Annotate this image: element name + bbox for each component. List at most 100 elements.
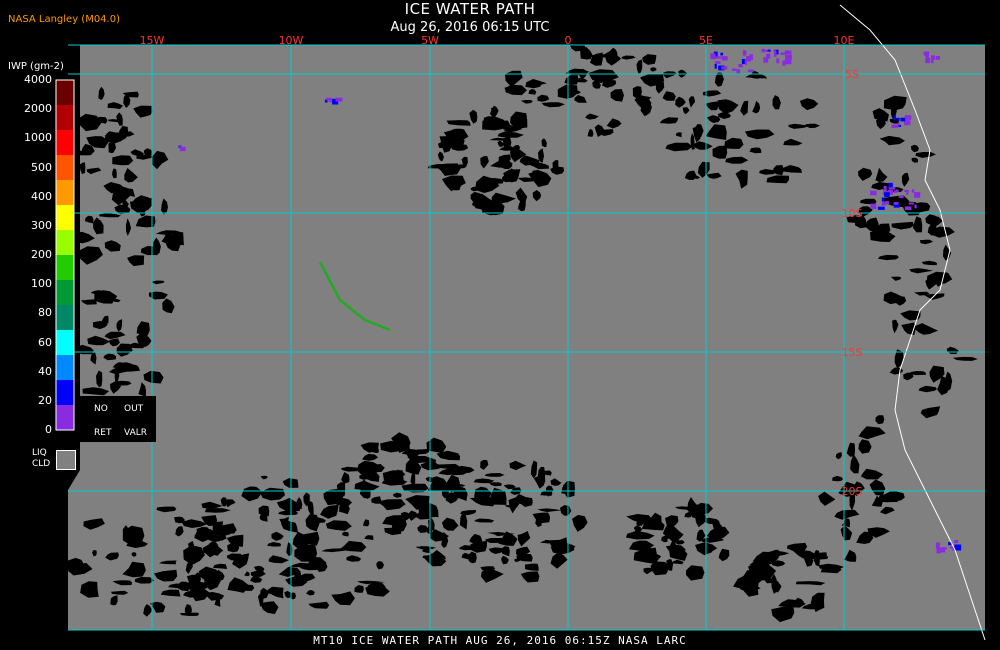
map-title: ICE WATER PATH <box>404 0 536 18</box>
liq-label: LIQ <box>32 448 47 458</box>
ice-cloud-pixel <box>877 206 885 210</box>
colorbar-tick-label: 40 <box>38 364 52 378</box>
ice-cloud-pixel <box>785 54 792 60</box>
ice-cloud-pixel <box>914 192 921 198</box>
latitude-label: 20S <box>842 485 863 498</box>
longitude-label: 5W <box>421 34 439 47</box>
ice-cloud-pixel <box>776 58 780 64</box>
colorbar-tick-label: 80 <box>38 306 52 320</box>
ice-cloud-pixel <box>900 117 906 122</box>
status-legend: NO OUT RET VALR <box>80 396 156 442</box>
colorbar-tick-label: 1000 <box>24 131 52 145</box>
colorbar-segment <box>56 305 74 331</box>
colorbar-tick-label: 0 <box>45 423 52 436</box>
colorbar-tick-label: 2000 <box>24 102 52 116</box>
colorbar-segment <box>56 205 74 231</box>
ice-cloud-pixel <box>898 195 901 198</box>
cld-label: CLD <box>32 459 51 469</box>
ice-cloud-pixel <box>763 57 769 63</box>
ice-cloud-pixel <box>904 189 910 192</box>
ice-cloud-pixel <box>884 192 890 198</box>
ice-cloud-pixel <box>780 52 787 55</box>
footer-caption: MT10 ICE WATER PATH AUG 26, 2016 06:15Z … <box>313 634 687 647</box>
ice-cloud-pixel <box>179 146 183 151</box>
cloud-field <box>68 45 985 630</box>
colorbar-segment <box>56 255 74 281</box>
ice-cloud-pixel <box>870 203 877 209</box>
ice-cloud-pixel <box>720 52 724 56</box>
ice-cloud-pixel <box>896 117 900 121</box>
longitude-label: 5E <box>699 34 713 47</box>
ice-cloud-pixel <box>926 55 929 62</box>
ice-cloud-pixel <box>741 59 745 65</box>
latitude-label: 15S <box>842 346 863 359</box>
ice-cloud-pixel <box>335 97 343 102</box>
ice-cloud-pixel <box>954 544 962 551</box>
ice-cloud-pixel <box>721 66 728 70</box>
colorbar-segment <box>56 105 74 131</box>
ice-cloud-pixel <box>881 201 886 206</box>
colorbar-segment <box>56 355 74 381</box>
colorbar-tick-label: 300 <box>31 218 52 232</box>
ice-cloud-pixel <box>897 122 900 126</box>
ice-cloud-pixel <box>767 49 771 52</box>
ice-cloud-pixel <box>716 56 722 59</box>
colorbar-tick-label: 60 <box>38 335 52 349</box>
ice-cloud-pixel <box>881 197 885 202</box>
legend-out: OUT <box>124 404 144 414</box>
latitude-label: 10S <box>842 207 863 220</box>
satellite-map: 15W 10W 5W 0 5E 10E 5S 10S 15S 20S <box>0 0 1000 650</box>
ice-cloud-pixel <box>721 56 728 61</box>
ice-cloud-pixel <box>891 124 899 128</box>
ice-cloud-pixel <box>930 55 935 60</box>
ice-cloud-pixel <box>732 68 737 71</box>
ice-cloud-pixel <box>954 540 959 544</box>
ice-cloud-pixel <box>905 115 911 120</box>
colorbar-segment <box>56 230 74 256</box>
ice-cloud-pixel <box>326 97 332 101</box>
ice-cloud-pixel <box>935 56 940 60</box>
ice-cloud-pixel <box>893 190 897 193</box>
colorbar-tick-label: 4000 <box>24 73 52 86</box>
colorbar-segment <box>56 380 74 406</box>
ice-cloud-pixel <box>904 206 912 210</box>
map-timestamp: Aug 26, 2016 06:15 UTC <box>390 20 550 35</box>
ice-cloud-pixel <box>710 55 717 60</box>
ice-cloud-pixel <box>736 69 741 74</box>
ice-cloud-pixel <box>749 54 753 60</box>
ice-cloud-pixel <box>715 61 721 64</box>
longitude-label: 15W <box>140 34 165 47</box>
ice-cloud-pixel <box>782 60 786 66</box>
ice-cloud-pixel <box>900 195 904 199</box>
ice-cloud-pixel <box>911 189 915 193</box>
colorbar-segment <box>56 80 74 106</box>
ice-cloud-pixel <box>738 64 743 67</box>
ice-cloud-pixel <box>908 202 915 205</box>
iwp-colorbar <box>55 79 75 431</box>
legend-no: NO <box>94 404 108 414</box>
colorbar-segment <box>56 330 74 356</box>
legend-valr: VALR <box>124 428 148 438</box>
liquid-cloud-label: LIQ CLD <box>32 448 50 470</box>
ice-cloud-pixel <box>888 182 893 188</box>
ice-cloud-pixel <box>936 547 941 554</box>
liquid-cloud-swatch <box>56 450 76 470</box>
ice-cloud-pixel <box>773 50 777 57</box>
colorbar-tick-label: 400 <box>31 189 52 203</box>
ice-cloud-pixel <box>787 61 790 65</box>
map-imagery <box>67 4 986 641</box>
colorbar-tick-label: 200 <box>31 248 52 261</box>
ice-cloud-pixel <box>923 51 930 56</box>
ice-cloud-pixel <box>742 50 747 56</box>
longitude-label: 10W <box>279 34 304 47</box>
ice-cloud-pixel <box>714 63 717 69</box>
ice-cloud-pixel <box>883 186 887 192</box>
colorbar-segment <box>56 155 74 181</box>
ice-cloud-pixel <box>870 190 877 196</box>
colorbar-tick-label: 20 <box>38 393 52 407</box>
ice-cloud-pixel <box>761 48 765 53</box>
colorbar-segment <box>56 130 74 156</box>
legend-ret: RET <box>94 428 112 438</box>
ice-cloud-pixel <box>893 115 897 121</box>
ice-cloud-pixel <box>888 187 896 190</box>
